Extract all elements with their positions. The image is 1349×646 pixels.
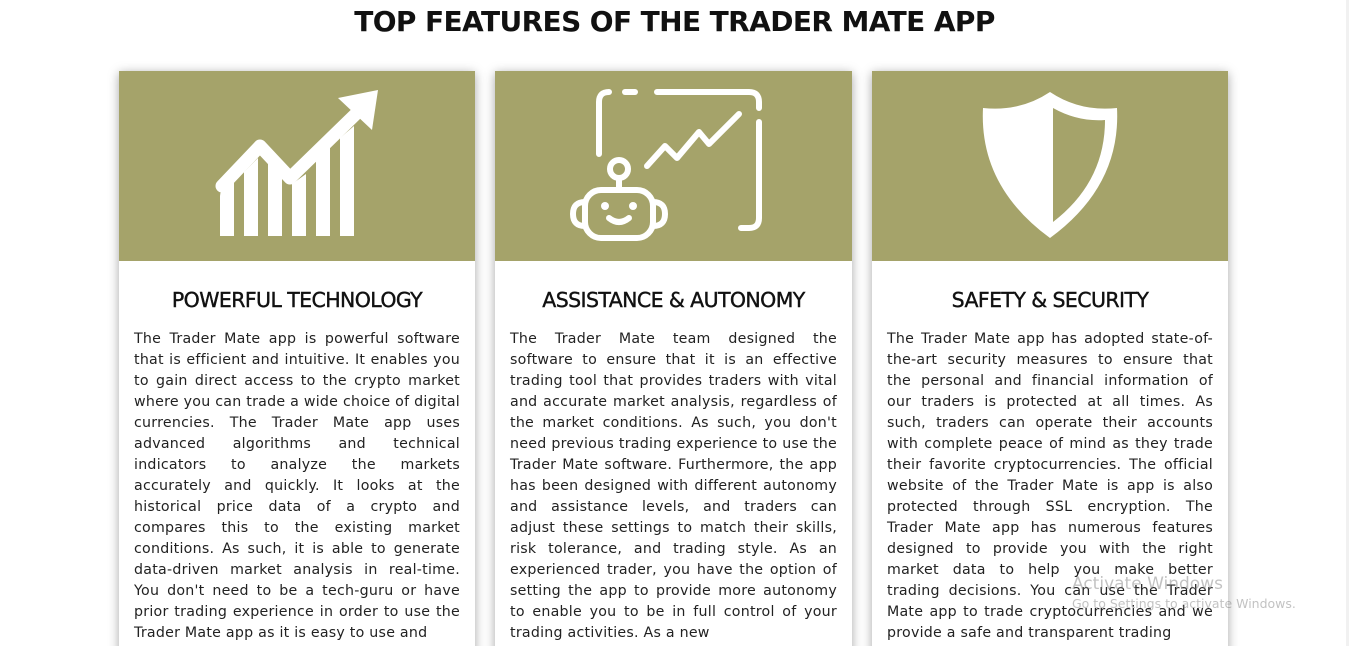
card-title: ASSISTANCE & AUTONOMY <box>542 288 805 312</box>
robot-chart-icon <box>569 89 762 241</box>
shield-icon <box>982 92 1118 238</box>
card-title: SAFETY & SECURITY <box>951 288 1149 312</box>
feature-card-assistance-autonomy: ASSISTANCE & AUTONOMY The Trader Mate te… <box>495 71 852 646</box>
feature-card-safety-security: SAFETY & SECURITY The Trader Mate app ha… <box>872 71 1228 646</box>
card-body: The Trader Mate app is powerful software… <box>134 331 460 641</box>
card-hero <box>119 71 475 261</box>
card-body: The Trader Mate app has adopted state-of… <box>887 331 1213 641</box>
card-hero <box>495 71 852 261</box>
card-title: POWERFUL TECHNOLOGY <box>171 288 423 312</box>
card-hero <box>872 71 1228 261</box>
card-body: The Trader Mate team designed the softwa… <box>510 331 837 641</box>
page-title: TOP FEATURES OF THE TRADER MATE APP <box>354 5 995 38</box>
feature-card-powerful-technology: POWERFUL TECHNOLOGY The Trader Mate app … <box>119 71 475 646</box>
growth-chart-icon <box>215 90 378 236</box>
